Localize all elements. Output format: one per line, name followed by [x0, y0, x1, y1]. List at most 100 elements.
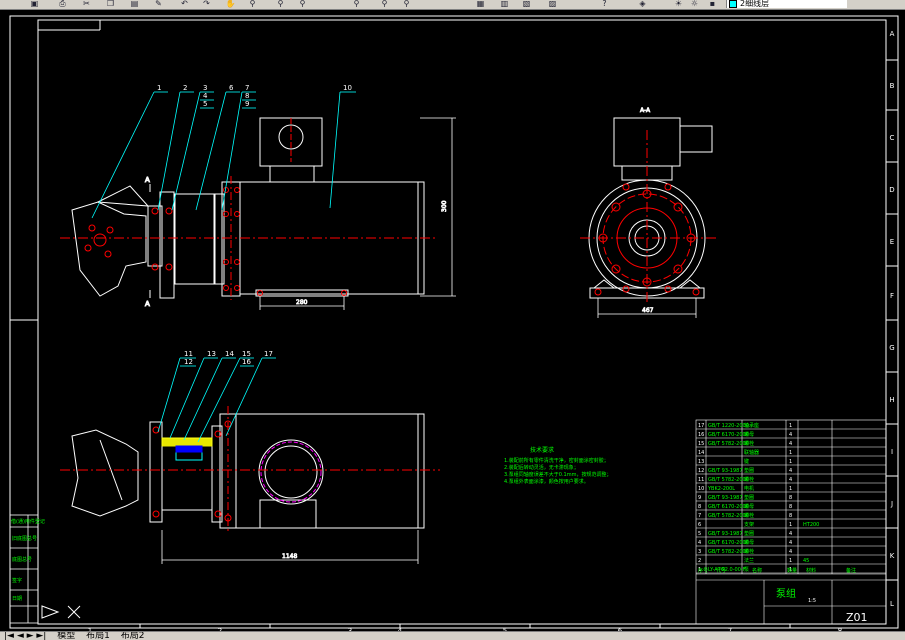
svg-text:B: B: [890, 82, 895, 90]
help-icon[interactable]: ▦: [474, 0, 487, 8]
zoom-previous-icon[interactable]: ⚲: [296, 0, 309, 8]
parts-cell-no: 3: [698, 549, 701, 555]
svg-text:15: 15: [242, 350, 251, 358]
parts-cell-qty: 1: [789, 423, 792, 429]
light-bulb-icon[interactable]: ▧: [520, 0, 533, 8]
title-block-text: 泵组 Z01 1:5: [776, 587, 868, 624]
layer-manager-icon[interactable]: ◈: [636, 0, 649, 8]
parts-cell-code: GB/T 6170-2000: [708, 540, 749, 546]
sun-icon[interactable]: ▨: [546, 0, 559, 8]
paste-icon[interactable]: ▤: [128, 0, 141, 8]
parts-cell-qty: 1: [789, 558, 792, 564]
parts-list-rows: 17 GB/T 1220-2000轴承座 116 GB/T 6170-2000螺母 41…: [696, 422, 886, 574]
copy-icon[interactable]: ❐: [104, 0, 117, 8]
dimensions-bottom: 1148: [161, 530, 419, 564]
pump-side-view-details: [60, 118, 436, 300]
parts-cell-code: GB/T 5782-2000: [708, 477, 749, 483]
parts-cell-code: GB/T 93-1987: [708, 531, 743, 537]
svg-text:3.泵组同轴度误差不大于0.1mm，按规范调整；: 3.泵组同轴度误差不大于0.1mm，按规范调整；: [504, 471, 611, 478]
parts-cell-qty: 4: [789, 549, 792, 555]
svg-text:4.泵组外表面涂漆，颜色按用户要求。: 4.泵组外表面涂漆，颜色按用户要求。: [504, 478, 589, 485]
design-center-icon[interactable]: ⚲: [378, 0, 391, 8]
parts-cell-qty: 8: [789, 513, 792, 519]
svg-text:8: 8: [245, 92, 249, 100]
svg-text:17: 17: [264, 350, 273, 358]
svg-text:J: J: [890, 500, 893, 508]
leader-lines-bottom: [157, 357, 276, 443]
svg-text:旧底图总号: 旧底图总号: [12, 535, 37, 542]
drawing-number: Z01: [846, 611, 868, 624]
layer-icon[interactable]: ▥: [498, 0, 511, 8]
pump-side-view: [71, 117, 425, 299]
parts-cell-qty: 1: [789, 486, 792, 492]
parts-cell-no: 15: [698, 441, 704, 447]
parts-cell-code: GB/T 93-1987: [708, 468, 743, 474]
parts-cell-mat: 45: [803, 558, 809, 564]
svg-text:14: 14: [225, 350, 234, 358]
svg-text:备注: 备注: [846, 567, 856, 574]
pump-plan-view: [71, 413, 425, 529]
layer-dropdown[interactable]: 2细线层: [726, 0, 847, 8]
match-icon[interactable]: ✎: [152, 0, 165, 8]
svg-text:借(通)用件登记: 借(通)用件登记: [11, 518, 45, 525]
parts-cell-qty: 4: [789, 468, 792, 474]
pump-plan-view-details: [60, 406, 440, 534]
parts-cell-no: 9: [698, 495, 701, 501]
parts-cell-name: 螺母: [744, 503, 754, 510]
zoom-window-icon[interactable]: ⚲: [274, 0, 287, 8]
parts-cell-no: 4: [698, 540, 701, 546]
parts-cell-qty: 4: [789, 477, 792, 483]
layer-color-icon[interactable]: ▪: [706, 0, 719, 8]
binding-side-table: [9, 514, 39, 624]
save-icon[interactable]: ▣: [28, 0, 41, 8]
assembly-name: 泵组: [776, 587, 796, 600]
svg-text:4: 4: [203, 92, 208, 100]
parts-cell-no: 17: [698, 423, 704, 429]
parts-cell-qty: 4: [789, 441, 792, 447]
svg-text:材料: 材料: [806, 567, 816, 574]
svg-text:9: 9: [245, 100, 249, 108]
parts-cell-name: 螺栓: [744, 512, 754, 519]
tool-palette-icon[interactable]: ⚲: [400, 0, 413, 8]
parts-cell-code: LY-A7G2.0-00-F: [708, 567, 746, 573]
svg-text:10: 10: [343, 84, 352, 92]
parts-cell-no: 5: [698, 531, 701, 537]
layer-color-swatch: [729, 0, 737, 8]
svg-text:名称: 名称: [752, 567, 762, 574]
parts-cell-no: 7: [698, 513, 701, 519]
layer-lock-icon[interactable]: ☼: [688, 0, 701, 8]
svg-text:300: 300: [441, 200, 448, 212]
svg-text:467: 467: [642, 307, 654, 314]
cut-icon[interactable]: ✂: [80, 0, 93, 8]
drawing-canvas[interactable]: A B C D E F G H I J K L 1 2 3 4 5 6 7 8: [0, 9, 905, 631]
drawing-frame: [9, 15, 899, 629]
svg-text:C: C: [890, 134, 895, 142]
svg-text:日期: 日期: [12, 596, 22, 602]
parts-cell-name: 螺母: [744, 431, 754, 438]
parts-cell-no: 16: [698, 432, 704, 438]
parts-cell-mat: HT200: [803, 522, 819, 528]
lock-icon[interactable]: ?: [598, 0, 611, 8]
zoom-realtime-icon[interactable]: ⚲: [246, 0, 259, 8]
svg-text:签字: 签字: [12, 577, 22, 584]
pan-icon[interactable]: ✋: [224, 0, 237, 8]
svg-text:3: 3: [203, 84, 207, 92]
svg-text:G: G: [889, 344, 894, 352]
svg-text:2: 2: [183, 84, 187, 92]
parts-cell-qty: 4: [789, 540, 792, 546]
parts-cell-name: 法兰: [744, 557, 754, 564]
pump-end-view-details: [580, 130, 716, 304]
scale-value: 1:5: [808, 598, 816, 604]
redo-icon[interactable]: ↷: [200, 0, 213, 8]
undo-icon[interactable]: ↶: [178, 0, 191, 8]
parts-cell-code: GB/T 5782-2000: [708, 549, 749, 555]
svg-text:A: A: [145, 176, 150, 184]
layer-state-icon[interactable]: ☀: [672, 0, 685, 8]
parts-cell-code: GB/T 1220-2000: [708, 423, 749, 429]
properties-icon[interactable]: ⚲: [350, 0, 363, 8]
parts-cell-code: GB/T 6170-2000: [708, 432, 749, 438]
svg-text:底图总号: 底图总号: [12, 556, 32, 563]
parts-cell-qty: 8: [789, 495, 792, 501]
print-icon[interactable]: ⎙: [56, 0, 69, 8]
svg-text:11: 11: [184, 350, 193, 358]
